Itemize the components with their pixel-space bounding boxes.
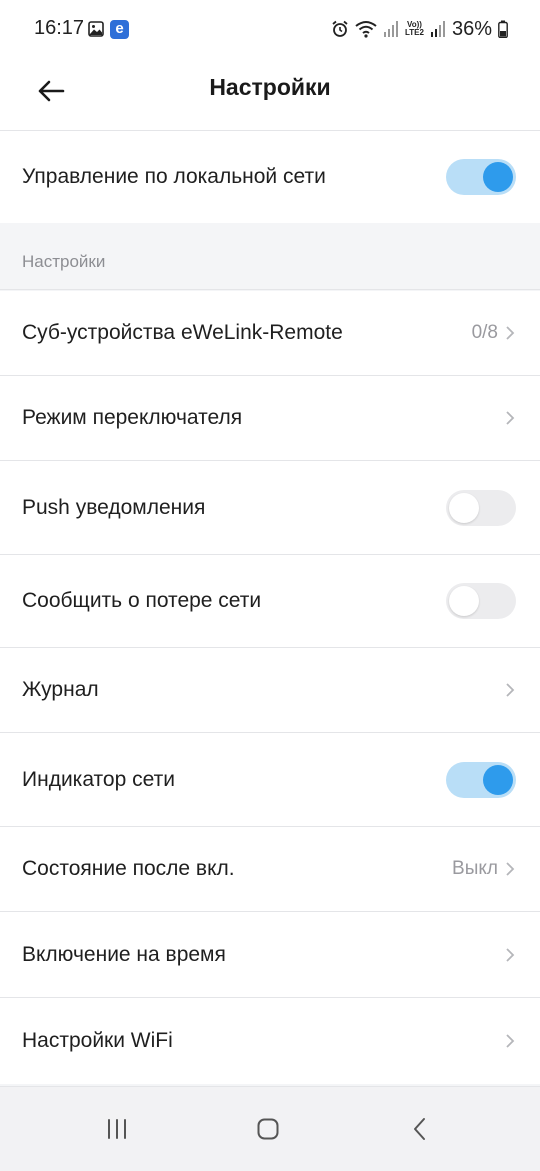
chevron-right-icon <box>506 947 515 962</box>
app-header: Настройки <box>0 58 540 131</box>
status-time: 16:17 <box>34 17 85 39</box>
local-control-row: Управление по локальной сети <box>0 131 540 223</box>
network-indicator-toggle[interactable] <box>446 761 516 798</box>
toggle-knob <box>483 764 513 795</box>
volte-icon: Vo)) LTE2 <box>405 20 424 37</box>
gallery-icon <box>88 21 104 37</box>
push-notifications-label: Push уведомления <box>22 495 206 519</box>
back-icon <box>414 1118 425 1140</box>
wifi-icon <box>355 21 377 38</box>
local-control-toggle[interactable] <box>446 159 516 195</box>
log-label: Журнал <box>22 678 99 701</box>
recent-apps-button[interactable] <box>93 1109 141 1149</box>
network-loss-toggle[interactable] <box>446 583 516 619</box>
status-icons: Vo)) LTE2 36% <box>331 17 508 41</box>
wifi-settings-label: Настройки WiFi <box>22 1029 173 1052</box>
chevron-right-icon <box>506 1034 515 1048</box>
home-icon <box>257 1118 279 1140</box>
sub-devices-count: 0/8 <box>471 322 498 343</box>
status-bar: 16:17 e Vo)) LTE2 36% <box>0 0 540 58</box>
alarm-icon <box>332 20 348 37</box>
wifi-settings-row[interactable]: Настройки WiFi <box>0 998 540 1084</box>
sub-devices-row[interactable]: Суб-устройства eWeLink-Remote 0/8 <box>0 291 540 375</box>
network-indicator-row: Индикатор сети <box>0 733 540 826</box>
power-on-state-value: Выкл <box>452 858 498 879</box>
signal-icon <box>430 21 445 37</box>
ewelink-app-icon: e <box>110 20 129 39</box>
push-notifications-toggle[interactable] <box>446 489 516 526</box>
timed-on-label: Включение на время <box>22 942 226 966</box>
chevron-right-icon <box>506 683 515 697</box>
network-loss-row: Сообщить о потере сети <box>0 555 540 647</box>
page-title: Настройки <box>209 74 331 100</box>
local-control-label: Управление по локальной сети <box>22 165 326 188</box>
power-on-state-label: Состояние после вкл. <box>22 857 235 880</box>
toggle-knob <box>449 586 479 616</box>
push-notifications-row: Push уведомления <box>0 461 540 554</box>
section-title: Настройки <box>22 252 106 271</box>
home-button[interactable] <box>244 1109 292 1149</box>
recent-apps-icon <box>108 1119 126 1139</box>
sub-devices-label: Суб-устройства eWeLink-Remote <box>22 321 343 344</box>
power-on-state-row[interactable]: Состояние после вкл. Выкл <box>0 827 540 911</box>
timed-on-row[interactable]: Включение на время <box>0 912 540 997</box>
signal-icon <box>384 21 398 37</box>
battery-icon <box>498 20 508 38</box>
log-row[interactable]: Журнал <box>0 648 540 732</box>
chevron-right-icon <box>506 411 515 425</box>
network-loss-label: Сообщить о потере сети <box>22 589 262 612</box>
chevron-right-icon <box>506 326 515 340</box>
nav-back-button[interactable] <box>396 1109 444 1149</box>
chevron-right-icon <box>506 862 515 876</box>
network-indicator-label: Индикатор сети <box>22 767 175 791</box>
battery-percent: 36% <box>451 17 492 40</box>
system-nav-bar <box>0 1086 540 1171</box>
settings-section-header: Настройки <box>0 224 540 290</box>
toggle-knob <box>449 492 479 523</box>
toggle-knob <box>483 162 513 192</box>
switch-mode-row[interactable]: Режим переключателя <box>0 376 540 460</box>
switch-mode-label: Режим переключателя <box>22 406 243 429</box>
